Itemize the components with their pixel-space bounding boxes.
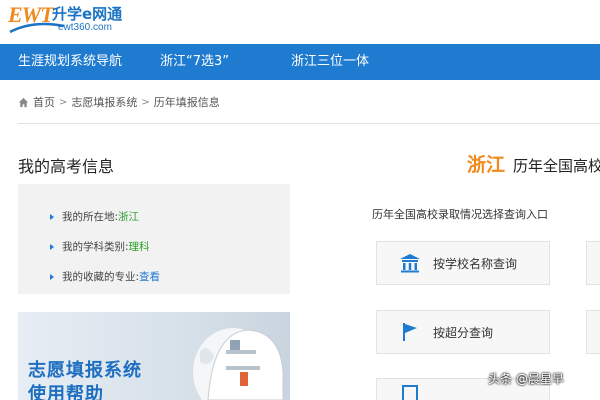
query-by-score-label: 按超分查询 [433,325,494,340]
location-value: 浙江 [118,211,140,223]
bullet-icon [50,273,54,280]
exam-info-title: 我的高考信息 [18,157,115,176]
logo-url: ewt360.com [58,22,112,33]
page: EWT 升学e网通 ewt360.com 生涯规划系统导航 浙江“7选3” 浙江… [0,0,600,400]
document-icon [402,385,418,400]
right-section-title: 浙江 历年全国高校 [467,150,600,177]
query-by-score-button[interactable]: 按超分查询 [376,310,550,354]
bullet-icon [50,243,54,250]
favorite-label: 我的收藏的专业: [62,271,140,283]
breadcrumb-home[interactable]: 首页 [33,94,55,110]
help-banner-line1: 志愿填报系统 [28,360,142,381]
breadcrumb-separator: > [59,96,68,108]
province-name: 浙江 [467,154,506,176]
nav-item-sanwei[interactable]: 浙江三位一体 [291,44,369,80]
help-banner-line2: 使用帮助 [28,384,104,400]
location-row: 我的所在地: 浙江 [50,209,139,224]
help-banner[interactable]: 志愿填报系统 使用帮助 [18,312,290,400]
query-button-partial[interactable] [586,310,600,354]
breadcrumb-level1[interactable]: 志愿填报系统 [71,94,137,110]
watermark: 头条 @晨星早 [488,372,564,386]
query-button-partial[interactable] [586,241,600,285]
divider [18,123,600,124]
help-illustration [193,328,284,400]
logo-brand: EWT [8,2,54,27]
nav-item-career[interactable]: 生涯规划系统导航 [18,44,122,80]
location-label: 我的所在地: [62,211,119,223]
university-icon [400,254,420,273]
home-icon [18,97,29,107]
bullet-icon [50,213,54,220]
main-nav: 生涯规划系统导航 浙江“7选3” 浙江三位一体 [0,44,600,80]
query-by-school-button[interactable]: 按学校名称查询 [376,241,550,285]
nav-item-7of3[interactable]: 浙江“7选3” [160,44,229,80]
favorite-row: 我的收藏的专业: 查看 [50,269,160,284]
site-logo[interactable]: EWT 升学e网通 ewt360.com [8,2,138,36]
breadcrumb: 首页 > 志愿填报系统 > 历年填报信息 [18,92,220,112]
subject-value: 理科 [128,241,150,253]
subject-label: 我的学科类别: [62,241,129,253]
exam-info-box: 我的所在地: 浙江 我的学科类别: 理科 我的收藏的专业: 查看 [18,184,290,294]
logo-name: 升学e网通 [52,5,123,23]
flag-icon [403,323,417,341]
favorite-view-link[interactable]: 查看 [139,269,160,284]
header: EWT 升学e网通 ewt360.com [0,0,600,44]
query-entry-text: 历年全国高校录取情况选择查询入口 [372,208,548,221]
breadcrumb-level2: 历年填报信息 [153,96,220,109]
right-title-text: 历年全国高校 [513,157,600,175]
breadcrumb-separator: > [141,96,150,108]
query-by-school-label: 按学校名称查询 [433,256,518,271]
subject-row: 我的学科类别: 理科 [50,239,150,254]
